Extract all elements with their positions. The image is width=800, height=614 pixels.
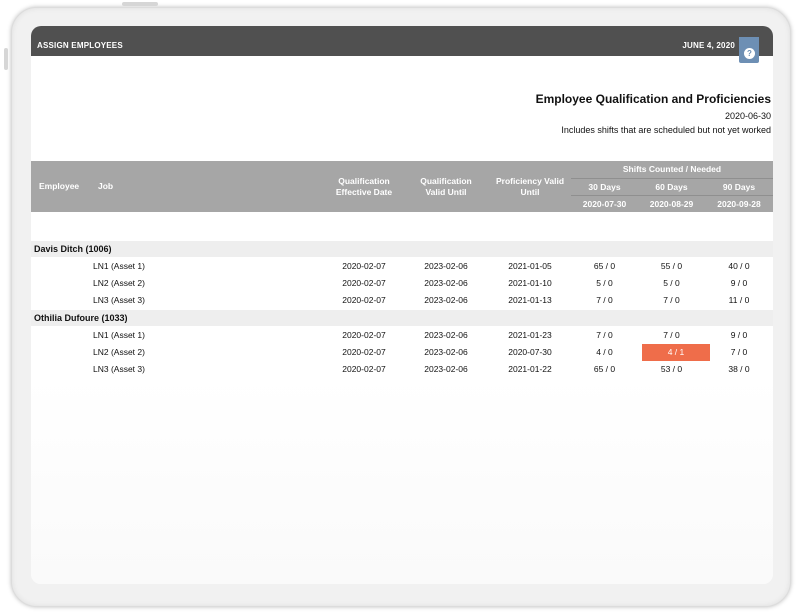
qualification-valid-cell: 2023-02-06	[424, 330, 468, 340]
shifts-60-cell: 7 / 0	[663, 330, 680, 340]
qualification-effective-cell: 2020-02-07	[342, 330, 386, 340]
shifts-30-cell: 7 / 0	[596, 295, 613, 305]
col-90-days-date: 2020-09-28	[717, 199, 761, 209]
table-row[interactable]: LN3 (Asset 3) 2020-02-07 2023-02-06 2021…	[31, 292, 773, 309]
table-header: Employee Job Qualification Effective Dat…	[31, 161, 773, 212]
shifts-60-cell: 5 / 0	[663, 278, 680, 288]
proficiency-valid-cell: 2020-07-30	[508, 347, 552, 357]
qualification-valid-cell: 2023-02-06	[424, 278, 468, 288]
qualification-valid-cell: 2023-02-06	[424, 364, 468, 374]
qualification-effective-cell: 2020-02-07	[342, 295, 386, 305]
shifts-30-cell: 65 / 0	[593, 261, 616, 271]
table-row[interactable]: LN2 (Asset 2) 2020-02-07 2023-02-06 2020…	[31, 344, 773, 361]
report-note: Includes shifts that are scheduled but n…	[561, 125, 771, 135]
job-cell: LN3 (Asset 3)	[93, 295, 145, 305]
qualification-effective-cell: 2020-02-07	[342, 347, 386, 357]
col-30-days-date: 2020-07-30	[582, 199, 627, 209]
qualification-effective-cell: 2020-02-07	[342, 278, 386, 288]
qualification-effective-cell: 2020-02-07	[342, 261, 386, 271]
shifts-60-cell: 7 / 0	[663, 295, 680, 305]
col-30-days[interactable]: 30 Days	[571, 182, 638, 193]
help-icon: ?	[744, 48, 755, 59]
proficiency-valid-cell: 2021-01-22	[508, 364, 552, 374]
qualification-valid-cell: 2023-02-06	[424, 295, 468, 305]
col-job[interactable]: Job	[98, 181, 113, 192]
shifts-90-cell: 9 / 0	[730, 278, 748, 288]
shifts-60-cell: 53 / 0	[660, 364, 683, 374]
job-cell: LN1 (Asset 1)	[93, 261, 145, 271]
shifts-60-cell: 55 / 0	[660, 261, 683, 271]
header-divider	[571, 178, 773, 179]
report-header: Employee Qualification and Proficiencies…	[536, 92, 771, 135]
shifts-90-cell: 11 / 0	[728, 295, 750, 305]
col-60-days[interactable]: 60 Days	[638, 182, 705, 193]
col-employee[interactable]: Employee	[39, 181, 79, 192]
proficiency-valid-cell: 2021-01-23	[508, 330, 552, 340]
proficiency-valid-cell: 2021-01-13	[508, 295, 552, 305]
col-shifts-group: Shifts Counted / Needed	[622, 164, 722, 174]
shifts-30-cell: 7 / 0	[596, 330, 613, 340]
shifts-30-cell: 4 / 0	[596, 347, 613, 357]
shifts-90-cell: 40 / 0	[728, 261, 750, 271]
empty-area	[31, 376, 773, 584]
col-90-days[interactable]: 90 Days	[705, 182, 773, 193]
job-cell: LN1 (Asset 1)	[93, 330, 145, 340]
report-date: 2020-06-30	[724, 111, 771, 121]
employee-name: Othilia Dufoure (1033)	[34, 313, 128, 323]
table-row[interactable]: LN1 (Asset 1) 2020-02-07 2023-02-06 2021…	[31, 258, 773, 275]
proficiency-valid-cell: 2021-01-10	[508, 278, 552, 288]
employee-group-row[interactable]: Othilia Dufoure (1033)	[31, 310, 773, 326]
shifts-60-cell-warning: 4 / 1	[667, 347, 685, 357]
table-row[interactable]: LN2 (Asset 2) 2020-02-07 2023-02-06 2021…	[31, 275, 773, 292]
tablet-top-button	[122, 2, 158, 6]
header-divider	[571, 195, 773, 196]
shifts-30-cell: 5 / 0	[596, 278, 613, 288]
shifts-30-cell: 65 / 0	[593, 364, 616, 374]
header-date: JUNE 4, 2020	[682, 41, 735, 50]
app-screen: ASSIGN EMPLOYEES JUNE 4, 2020 ? Employee…	[31, 26, 773, 584]
proficiency-valid-cell: 2021-01-05	[508, 261, 552, 271]
help-button[interactable]: ?	[739, 37, 759, 63]
col-proficiency-valid[interactable]: Proficiency Valid Until	[491, 176, 569, 198]
job-cell: LN2 (Asset 2)	[93, 278, 145, 288]
report-title: Employee Qualification and Proficiencies	[535, 92, 771, 106]
table-row[interactable]: LN1 (Asset 1) 2020-02-07 2023-02-06 2021…	[31, 327, 773, 344]
qualification-valid-cell: 2023-02-06	[424, 347, 468, 357]
tablet-side-button	[4, 48, 8, 70]
shifts-90-cell: 7 / 0	[730, 347, 748, 357]
qualification-effective-cell: 2020-02-07	[342, 364, 386, 374]
window-title: ASSIGN EMPLOYEES	[37, 41, 123, 50]
shifts-90-cell: 9 / 0	[730, 330, 748, 340]
employee-group-row[interactable]: Davis Ditch (1006)	[31, 241, 773, 257]
col-qualification-effective[interactable]: Qualification Effective Date	[328, 176, 400, 198]
qualification-valid-cell: 2023-02-06	[424, 261, 468, 271]
shifts-90-cell: 38 / 0	[728, 364, 750, 374]
col-qualification-valid[interactable]: Qualification Valid Until	[413, 176, 479, 198]
col-60-days-date: 2020-08-29	[649, 199, 694, 209]
employee-name: Davis Ditch (1006)	[34, 244, 112, 254]
title-bar: ASSIGN EMPLOYEES JUNE 4, 2020 ?	[31, 26, 773, 63]
job-cell: LN2 (Asset 2)	[93, 347, 145, 357]
job-cell: LN3 (Asset 3)	[93, 364, 145, 374]
